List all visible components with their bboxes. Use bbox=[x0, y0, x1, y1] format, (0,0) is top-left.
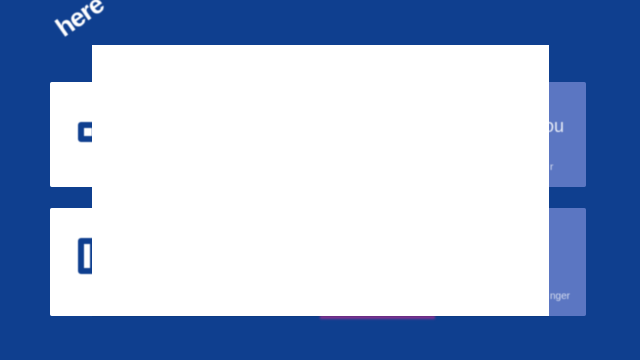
right-tile-2-sublabel: nger bbox=[550, 291, 571, 302]
modal-dialog bbox=[92, 45, 549, 316]
right-tile-1-sublabel: r bbox=[550, 162, 554, 173]
here-logo: here bbox=[50, 0, 109, 43]
